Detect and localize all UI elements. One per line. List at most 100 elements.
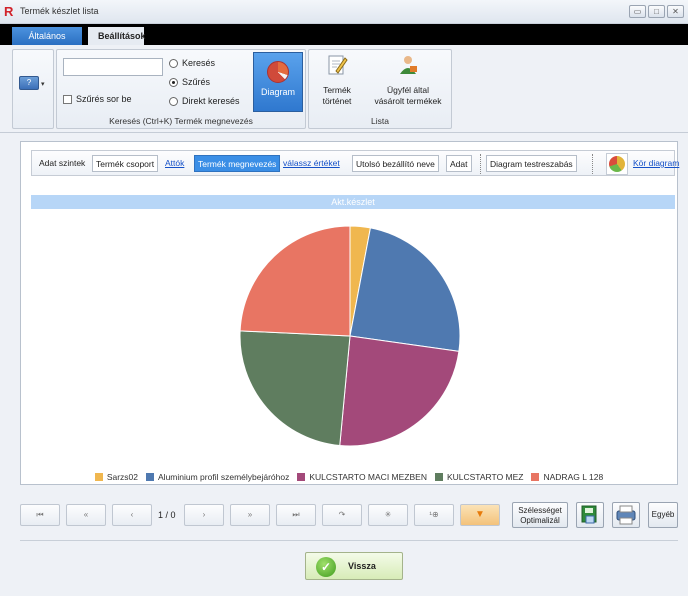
excel-export-button[interactable] xyxy=(576,502,604,528)
pie-chart-icon xyxy=(267,61,289,83)
radio-search-label: Keresés xyxy=(182,58,216,68)
filter-row-label: Szűrés sor be xyxy=(76,94,132,104)
back-button-label: Vissza xyxy=(348,561,376,571)
customer-products-button[interactable]: Ügyfél által vásárolt termékek xyxy=(367,54,449,107)
optimize-line1: Szélességet xyxy=(518,506,562,515)
pencil-note-icon xyxy=(328,55,348,75)
chart-panel: Adat szintek Termék csoport Attók Termék… xyxy=(20,141,679,485)
app-logo: R xyxy=(4,4,14,19)
legend-item: NADRAG L 128 xyxy=(531,472,603,482)
pie-slice xyxy=(239,330,351,447)
last-record-button[interactable]: ⏭ xyxy=(276,504,316,526)
checkmark-icon: ✓ xyxy=(316,557,336,577)
next-record-button[interactable]: › xyxy=(184,504,224,526)
customer-icon xyxy=(400,56,417,74)
product-group-field[interactable]: Termék csoport xyxy=(92,155,159,172)
pie-slice xyxy=(239,225,351,337)
first-record-button[interactable]: ⏮ xyxy=(20,504,60,526)
legend-swatch xyxy=(297,473,306,481)
legend-label: KULCSTARTO MEZ xyxy=(446,472,524,482)
page-indicator: 1 / 0 xyxy=(158,510,176,520)
legend-item: KULCSTARTO MEZ xyxy=(434,472,524,482)
customer-line2: vásárolt termékek xyxy=(374,96,442,106)
product-name-field[interactable]: Termék megnevezés xyxy=(194,155,281,172)
last-supplier-field[interactable]: Utolsó bezállító neve xyxy=(352,155,439,172)
other-button[interactable]: Egyéb xyxy=(648,502,678,528)
radio-filter[interactable]: Szűrés xyxy=(169,77,210,87)
legend-swatch xyxy=(146,473,155,481)
legend-swatch xyxy=(531,473,540,481)
optimize-width-button[interactable]: Szélességet Optimalizál xyxy=(512,502,568,528)
radio-direct-label: Direkt keresés xyxy=(182,96,240,106)
legend-item: Aluminium profil személybejáróhoz xyxy=(146,472,289,482)
maximize-button[interactable]: □ xyxy=(648,5,665,18)
pie-slice xyxy=(349,227,461,352)
pie-chart-link[interactable]: Kör diagram xyxy=(630,155,682,172)
navigation-bar: ⏮ « ‹ 1 / 0 › » ⏭ ↷ ✳ ¹⊕ ▼ Szélességet O… xyxy=(20,502,678,530)
legend-label: Aluminium profil személybejáróhoz xyxy=(158,472,290,482)
help-group: ? ▾ xyxy=(12,49,54,129)
pie-slice xyxy=(339,335,460,447)
next-page-button[interactable]: » xyxy=(230,504,270,526)
tab-settings[interactable]: Beállítások xyxy=(88,27,146,45)
help-icon[interactable]: ? xyxy=(19,76,39,90)
list-group-label: Lista xyxy=(371,116,389,126)
radio-search[interactable]: Keresés xyxy=(169,58,215,68)
window-title: Termék készlet lista xyxy=(20,6,99,16)
legend-label: KULCSTARTO MACI MEZBEN xyxy=(309,472,427,482)
toolbar-separator xyxy=(480,154,481,174)
customize-diagram-button[interactable]: Diagram testreszabás xyxy=(486,155,577,172)
legend-label: Sarzs02 xyxy=(106,472,139,482)
printer-icon xyxy=(616,505,636,525)
add-button[interactable]: ✳ xyxy=(368,504,408,526)
previous-page-button[interactable]: « xyxy=(66,504,106,526)
toolbar-separator xyxy=(592,154,593,174)
pie-chart xyxy=(239,225,461,447)
tab-general[interactable]: Általános xyxy=(12,27,82,45)
radio-circle[interactable] xyxy=(169,96,178,106)
search-group-label: Keresés (Ctrl+K) Termék megnevezés xyxy=(109,116,253,126)
pie-chart-icon[interactable] xyxy=(606,153,628,175)
product-name-link[interactable]: válassz értéket xyxy=(280,155,343,172)
history-line2: történet xyxy=(322,96,352,106)
search-group: Szűrés sor be Keresés Szűrés Direkt kere… xyxy=(56,49,306,129)
ribbon: ? ▾ Szűrés sor be Keresés Szűrés Direkt … xyxy=(0,45,688,133)
radio-circle[interactable] xyxy=(169,58,178,68)
diagram-button-label: Diagram xyxy=(260,87,295,97)
refresh-button[interactable]: ↷ xyxy=(322,504,362,526)
list-group: Termék történet Ügyfél által vásárolt te… xyxy=(308,49,452,129)
chevron-down-icon[interactable]: ▾ xyxy=(41,80,45,88)
chart-toolbar: Adat szintek Termék csoport Attók Termék… xyxy=(31,150,679,176)
optimize-line2: Optimalizál xyxy=(520,516,560,525)
legend-item: KULCSTARTO MACI MEZBEN xyxy=(297,472,427,482)
pie-chart-glyph xyxy=(609,156,625,172)
radio-filter-label: Szűrés xyxy=(182,77,211,87)
product-group-link[interactable]: Attók xyxy=(162,155,187,172)
diagram-button[interactable]: Diagram xyxy=(253,52,303,112)
close-button[interactable]: ✕ xyxy=(667,5,684,18)
minimize-button[interactable]: ▭ xyxy=(629,5,646,18)
dropdown-button[interactable]: ▼ xyxy=(460,504,500,526)
radio-circle[interactable] xyxy=(169,77,178,87)
find-button[interactable]: ¹⊕ xyxy=(414,504,454,526)
history-line1: Termék xyxy=(323,85,351,95)
tab-bar: Általános Beállítások xyxy=(0,24,688,45)
product-history-button[interactable]: Termék történet xyxy=(315,54,359,107)
filter-row-checkbox[interactable]: Szűrés sor be xyxy=(63,94,132,104)
legend-swatch xyxy=(434,473,443,481)
checkbox-box[interactable] xyxy=(63,94,72,104)
search-input[interactable] xyxy=(63,58,163,76)
radio-direct-search[interactable]: Direkt keresés xyxy=(169,96,240,106)
divider xyxy=(20,540,678,541)
data-field[interactable]: Adat xyxy=(446,155,472,172)
chart-legend: Sarzs02 Aluminium profil személybejáróhoz… xyxy=(21,472,677,482)
previous-record-button[interactable]: ‹ xyxy=(112,504,152,526)
back-button[interactable]: ✓ Vissza xyxy=(305,552,403,580)
customer-line1: Ügyfél által xyxy=(386,85,430,95)
print-button[interactable] xyxy=(612,502,640,528)
legend-item: Sarzs02 xyxy=(94,472,139,482)
legend-swatch xyxy=(94,473,103,481)
data-levels-label: Adat szintek xyxy=(39,158,86,168)
legend-label: NADRAG L 128 xyxy=(543,472,604,482)
window-controls: ▭ □ ✕ xyxy=(629,5,684,18)
